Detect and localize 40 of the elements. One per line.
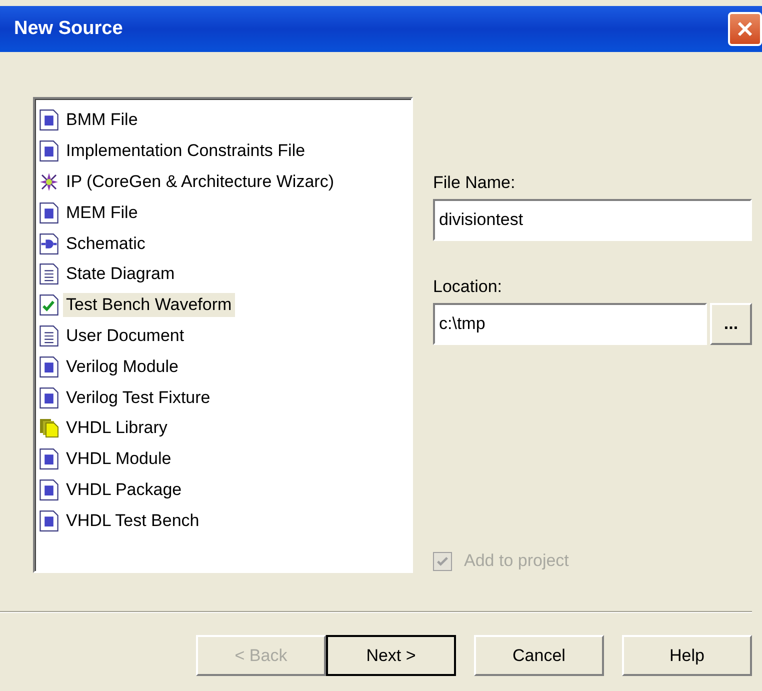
document-icon xyxy=(39,478,59,501)
list-item[interactable]: MEM File xyxy=(63,200,141,225)
list-item[interactable]: VHDL Module xyxy=(63,447,174,472)
document-icon xyxy=(39,263,59,286)
list-item[interactable]: Implementation Constraints File xyxy=(63,139,308,164)
list-item[interactable]: State Diagram xyxy=(63,262,178,286)
list-item[interactable]: Verilog Module xyxy=(63,354,182,379)
document-icon xyxy=(39,324,59,347)
document-icon xyxy=(39,356,59,378)
document-icon xyxy=(39,202,59,224)
checkbox-label: Add to project xyxy=(464,551,569,571)
list-item[interactable]: User Document xyxy=(63,324,188,348)
close-icon xyxy=(735,19,755,39)
location-label: Location: xyxy=(433,277,503,297)
document-icon xyxy=(39,386,59,409)
check-icon xyxy=(436,554,449,568)
list-item[interactable]: BMM File xyxy=(63,108,141,132)
checked-document-icon xyxy=(39,294,59,316)
file-name-label: File Name: xyxy=(433,173,516,193)
document-icon xyxy=(39,140,59,162)
document-icon xyxy=(39,510,59,532)
list-item[interactable]: Verilog Test Fixture xyxy=(63,386,214,410)
schematic-icon xyxy=(39,232,59,255)
window-title: New Source xyxy=(14,18,123,40)
document-icon xyxy=(39,109,59,132)
list-item[interactable]: VHDL Test Bench xyxy=(63,508,202,533)
browse-button[interactable]: ... xyxy=(710,303,752,345)
file-name-field[interactable]: divisiontest xyxy=(433,199,752,241)
library-icon xyxy=(39,417,59,440)
location-field[interactable]: c:\tmp xyxy=(433,303,707,345)
list-item[interactable]: IP (CoreGen & Architecture Wizarc) xyxy=(63,170,337,194)
dialog-button[interactable]: Next > xyxy=(326,635,456,676)
list-item[interactable]: VHDL Library xyxy=(63,416,170,440)
dialog-button[interactable]: Help xyxy=(622,635,752,676)
list-item[interactable]: Test Bench Waveform xyxy=(63,293,235,318)
list-item[interactable]: VHDL Package xyxy=(63,478,185,502)
document-icon xyxy=(39,448,59,470)
close-button[interactable] xyxy=(728,12,762,46)
dialog-button[interactable]: Cancel xyxy=(474,635,604,676)
list-item[interactable]: Schematic xyxy=(63,232,148,256)
